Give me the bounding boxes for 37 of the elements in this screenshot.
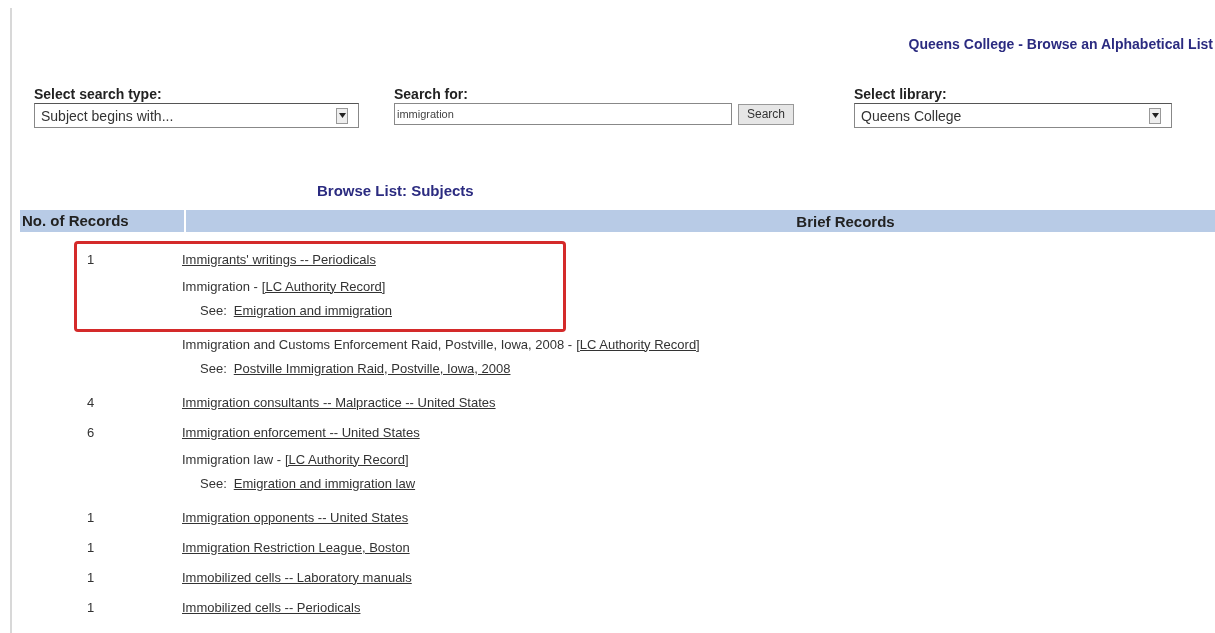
authority-record-link[interactable]: [LC Authority Record] bbox=[284, 451, 409, 467]
field-label: Select library: bbox=[854, 86, 948, 103]
subject-link[interactable]: Immobilized cells -- Periodicals bbox=[182, 599, 361, 615]
see-label: See: bbox=[200, 360, 227, 376]
browse-heading: Browse List: Subjects bbox=[317, 182, 474, 199]
subject-link[interactable]: Immigrants' writings -- Periodicals bbox=[182, 251, 376, 267]
record-count: 1 bbox=[87, 539, 95, 555]
subject-link[interactable]: Immobilized cells -- Laboratory manuals bbox=[182, 569, 412, 585]
record-count: 4 bbox=[87, 394, 95, 410]
field-label: Select search type: bbox=[34, 86, 163, 103]
subject-heading: Immigration and Customs Enforcement Raid, Postville, Iowa, 2008 - bbox=[182, 336, 573, 352]
authority-record-link[interactable]: [LC Authority Record] bbox=[261, 278, 386, 294]
see-label: See: bbox=[200, 475, 227, 491]
authority-record-link[interactable]: [LC Authority Record] bbox=[576, 336, 700, 352]
record-count: 1 bbox=[87, 599, 95, 615]
subject-link[interactable]: Immigration enforcement -- United States bbox=[182, 424, 420, 440]
search-field[interactable]: immigration bbox=[394, 103, 732, 125]
column-header: Brief Records bbox=[795, 212, 896, 230]
search-button[interactable]: Search bbox=[738, 103, 795, 125]
record-count: 1 bbox=[87, 569, 95, 585]
record-count: 1 bbox=[87, 509, 95, 525]
record-count: 6 bbox=[87, 424, 95, 440]
see-link[interactable]: Postville Immigration Raid, Postville, Iowa, 2008 bbox=[233, 360, 511, 376]
see-label: See: bbox=[200, 302, 227, 318]
see-link[interactable]: Emigration and immigration law bbox=[233, 475, 416, 491]
select-dropdown[interactable]: Queens College bbox=[854, 103, 1172, 128]
field-label: Search for: bbox=[394, 86, 469, 103]
select-dropdown[interactable]: Subject begins with... bbox=[34, 103, 359, 128]
page-title: Queens College - Browse an Alphabetical List bbox=[908, 36, 1213, 54]
record-count: 1 bbox=[87, 251, 95, 267]
subject-link[interactable]: Immigration consultants -- Malpractice -- United States bbox=[182, 394, 496, 410]
subject-link[interactable]: Immigration Restriction League, Boston bbox=[182, 539, 410, 555]
see-link[interactable]: Emigration and immigration bbox=[233, 302, 392, 318]
column-header: No. of Records bbox=[20, 210, 186, 232]
subject-heading: Immigration law - bbox=[182, 451, 281, 467]
subject-heading: Immigration - bbox=[182, 278, 258, 294]
subject-link[interactable]: Immigration opponents -- United States bbox=[182, 509, 409, 525]
